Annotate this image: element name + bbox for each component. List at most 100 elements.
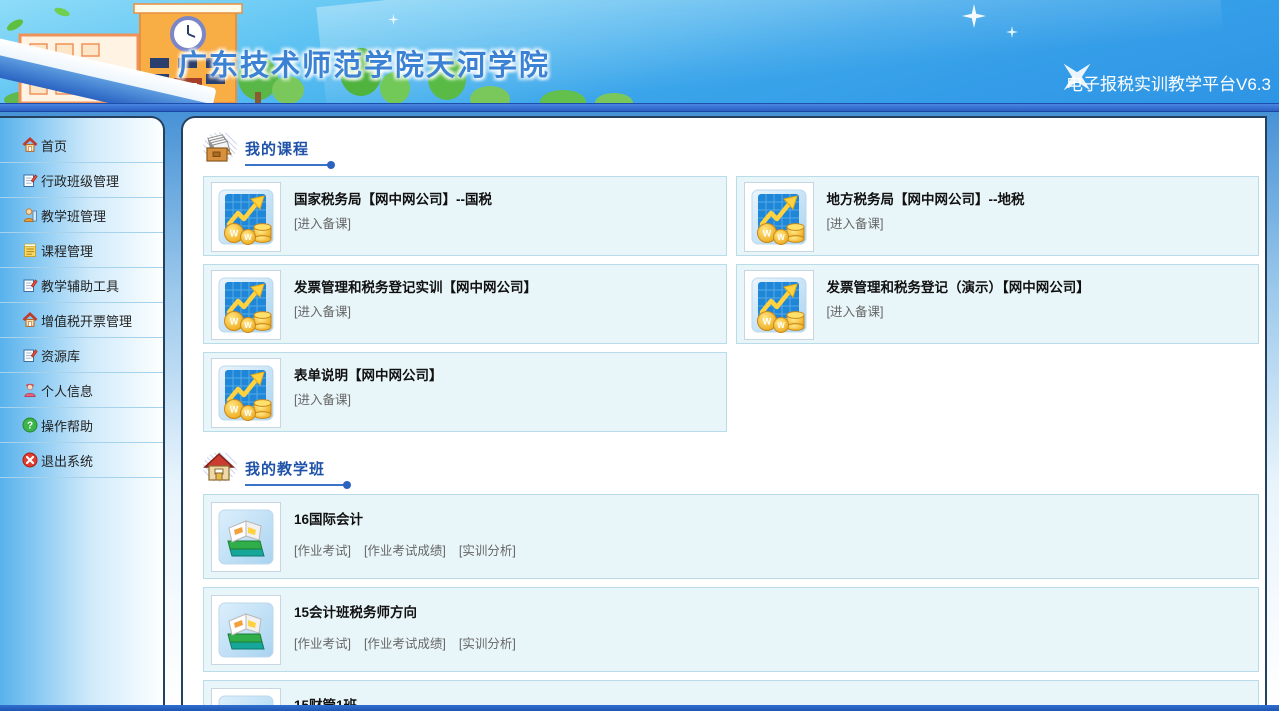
- class-card-list: 16国际会计 [作业考试] [作业考试成绩] [实训分析] 15会计班税务师方向 [作业考…: [203, 494, 1259, 711]
- class-card-text: 15会计班税务师方向 [作业考试] [作业考试成绩] [实训分析]: [294, 595, 529, 671]
- title-dot: [327, 161, 335, 169]
- course-chart-coins-icon: WW: [744, 270, 814, 340]
- sidebar-item-label: 教学班管理: [41, 206, 106, 225]
- sidebar-item-teaching-class[interactable]: 教学班管理: [0, 198, 163, 233]
- class-link[interactable]: [实训分析]: [459, 633, 516, 652]
- help-icon: ?: [22, 417, 38, 433]
- sidebar-item-help[interactable]: ? 操作帮助: [0, 408, 163, 443]
- main-area: 首页行政班级管理教学班管理课程管理教学辅助工具增值税开票管理资源库个人信息? 操作…: [0, 112, 1279, 711]
- title-underline: [245, 164, 331, 166]
- svg-text:W: W: [244, 321, 252, 330]
- sidebar-item-label: 操作帮助: [41, 416, 93, 435]
- courses-section-title-wrap: 我的课程: [245, 132, 309, 166]
- sidebar-item-resource-lib[interactable]: 资源库: [0, 338, 163, 373]
- sidebar-item-label: 首页: [41, 136, 67, 155]
- course-card-text: 国家税务局【网中网公司】--国税 [进入备课]: [294, 182, 492, 255]
- header-divider-bar: [0, 103, 1279, 112]
- class-link[interactable]: [作业考试]: [294, 633, 351, 652]
- courses-section-header: 我的课程: [203, 132, 1259, 166]
- person-orange-icon: [22, 207, 38, 223]
- course-chart-coins-icon: WW: [744, 182, 814, 252]
- course-title: 地方税务局【网中网公司】--地税: [827, 188, 1025, 208]
- sidebar-item-vat-invoice[interactable]: 增值税开票管理: [0, 303, 163, 338]
- class-title: 16国际会计: [294, 508, 529, 528]
- course-card-text: 表单说明【网中网公司】 [进入备课]: [294, 358, 443, 431]
- course-card: WW 发票管理和税务登记实训【网中网公司】 [进入备课]: [203, 264, 727, 344]
- sidebar-item-home[interactable]: 首页: [0, 128, 163, 163]
- sidebar-item-label: 教学辅助工具: [41, 276, 119, 295]
- sidebar-item-admin-class[interactable]: 行政班级管理: [0, 163, 163, 198]
- class-title: 15会计班税务师方向: [294, 601, 529, 621]
- person-pink-icon: [22, 382, 38, 398]
- notepad-pencil-icon: [22, 277, 38, 293]
- sidebar-item-label: 课程管理: [41, 241, 93, 260]
- home-icon: [22, 312, 38, 328]
- class-links-row: [作业考试] [作业考试成绩] [实训分析]: [294, 540, 529, 560]
- platform-title: 电子报税实训教学平台V6.3: [1066, 70, 1271, 95]
- enter-lesson-prep-link[interactable]: [进入备课]: [827, 213, 884, 232]
- logout-icon: [22, 452, 38, 468]
- class-link[interactable]: [作业考试成绩]: [364, 540, 446, 559]
- sidebar-item-label: 退出系统: [41, 451, 93, 470]
- class-card-text: 16国际会计 [作业考试] [作业考试成绩] [实训分析]: [294, 502, 529, 578]
- sidebar-item-course-mgmt[interactable]: 课程管理: [0, 233, 163, 268]
- class-link[interactable]: [实训分析]: [459, 540, 516, 559]
- sparkle-icon: [1006, 26, 1018, 38]
- sidebar: 首页行政班级管理教学班管理课程管理教学辅助工具增值税开票管理资源库个人信息? 操作…: [0, 116, 165, 711]
- class-link[interactable]: [作业考试成绩]: [364, 633, 446, 652]
- app-header: 广东技术师范学院天河学院 电子报税实训教学平台V6.3: [0, 0, 1279, 103]
- sidebar-item-personal-info[interactable]: 个人信息: [0, 373, 163, 408]
- svg-text:?: ?: [27, 421, 33, 432]
- svg-text:W: W: [762, 229, 771, 239]
- svg-text:W: W: [244, 233, 252, 242]
- svg-text:W: W: [777, 233, 785, 242]
- classes-section-header: 我的教学班: [203, 452, 1259, 486]
- class-link[interactable]: [作业考试]: [294, 540, 351, 559]
- course-title: 国家税务局【网中网公司】--国税: [294, 188, 492, 208]
- course-card-text: 发票管理和税务登记实训【网中网公司】 [进入备课]: [294, 270, 537, 343]
- course-chart-coins-icon: WW: [211, 182, 281, 252]
- class-links-row: [作业考试] [作业考试成绩] [实训分析]: [294, 633, 529, 653]
- sparkle-icon: [962, 4, 986, 28]
- bush-shape: [470, 86, 510, 103]
- enter-lesson-prep-link[interactable]: [进入备课]: [294, 301, 351, 320]
- enter-lesson-prep-link[interactable]: [进入备课]: [294, 213, 351, 232]
- sidebar-item-teaching-tools[interactable]: 教学辅助工具: [0, 268, 163, 303]
- sidebar-item-label: 个人信息: [41, 381, 93, 400]
- course-chart-coins-icon: WW: [211, 358, 281, 428]
- school-name: 广东技术师范学院天河学院: [178, 42, 550, 84]
- class-card: 16国际会计 [作业考试] [作业考试成绩] [实训分析]: [203, 494, 1259, 579]
- sidebar-item-label: 增值税开票管理: [41, 311, 132, 330]
- class-books-icon: [211, 595, 281, 665]
- sidebar-item-label: 行政班级管理: [41, 171, 119, 190]
- courses-section-title: 我的课程: [245, 141, 309, 158]
- title-dot: [343, 481, 351, 489]
- course-title: 表单说明【网中网公司】: [294, 364, 443, 384]
- home-icon: [22, 137, 38, 153]
- content-panel: 我的课程 WW国家税务局【网中网公司】--国税[进入备课]WW地方税务局【网中网…: [181, 116, 1267, 711]
- svg-text:W: W: [762, 317, 771, 327]
- notepad-pencil-icon: [22, 172, 38, 188]
- sidebar-menu: 首页行政班级管理教学班管理课程管理教学辅助工具增值税开票管理资源库个人信息? 操作…: [0, 128, 163, 478]
- classes-section-title-wrap: 我的教学班: [245, 452, 325, 486]
- course-card-text: 地方税务局【网中网公司】--地税 [进入备课]: [827, 182, 1025, 255]
- course-title: 发票管理和税务登记实训【网中网公司】: [294, 276, 537, 296]
- sidebar-item-label: 资源库: [41, 346, 80, 365]
- sidebar-item-logout[interactable]: 退出系统: [0, 443, 163, 478]
- svg-text:W: W: [230, 317, 239, 327]
- enter-lesson-prep-link[interactable]: [进入备课]: [294, 389, 351, 408]
- course-card: WW 表单说明【网中网公司】 [进入备课]: [203, 352, 727, 432]
- enter-lesson-prep-link[interactable]: [进入备课]: [827, 301, 884, 320]
- bush-shape: [540, 90, 586, 103]
- card-file-icon: [203, 132, 239, 164]
- footer-bar: [0, 705, 1279, 711]
- svg-text:W: W: [244, 409, 252, 418]
- sparkle-icon: [388, 14, 399, 25]
- course-card-grid: WW国家税务局【网中网公司】--国税[进入备课]WW地方税务局【网中网公司】--…: [203, 176, 1259, 432]
- notepad-pencil-icon: [22, 347, 38, 363]
- course-card: WW 国家税务局【网中网公司】--国税 [进入备课]: [203, 176, 727, 256]
- notepad-yellow-icon: [22, 242, 38, 258]
- svg-text:W: W: [230, 229, 239, 239]
- course-card: WW 地方税务局【网中网公司】--地税 [进入备课]: [736, 176, 1260, 256]
- svg-text:W: W: [230, 405, 239, 415]
